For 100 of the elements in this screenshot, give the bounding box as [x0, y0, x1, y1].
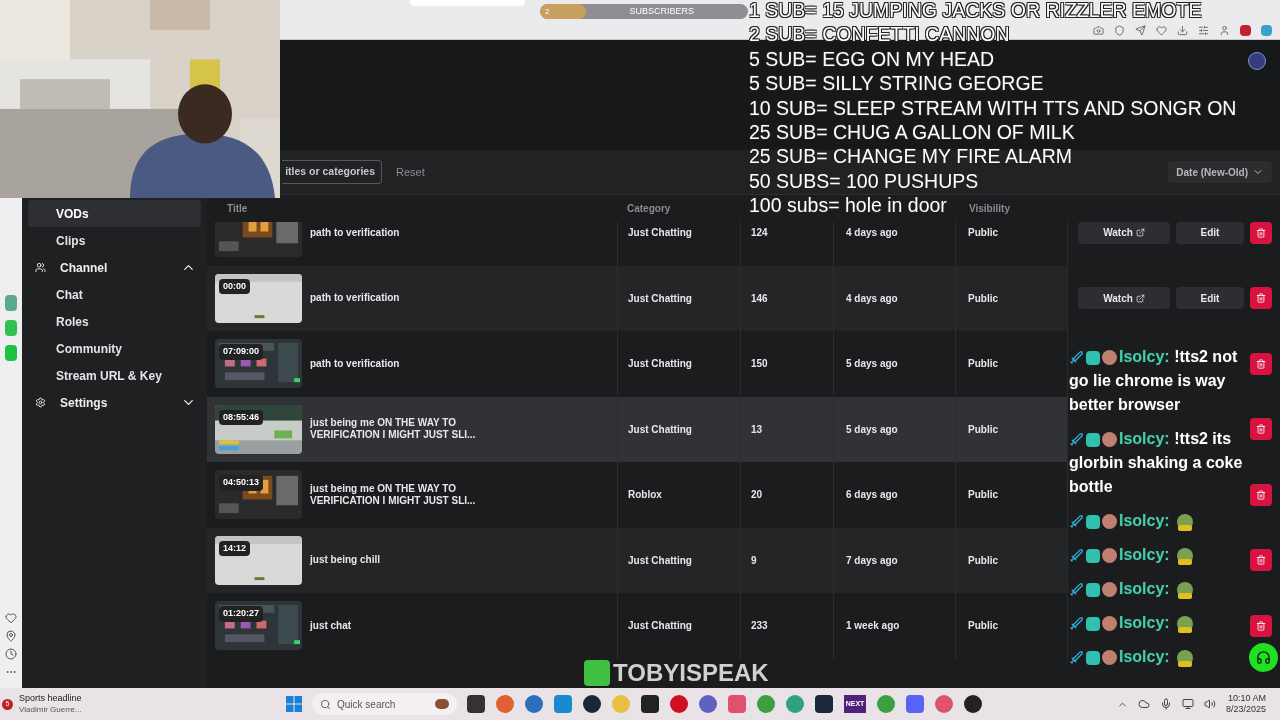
views-count: 20: [751, 488, 763, 503]
chat-message: Isolcy:: [1069, 577, 1197, 601]
search-field[interactable]: itles or categories: [282, 160, 382, 184]
sidebar-section[interactable]: Settings: [28, 389, 201, 416]
badge-icon: [1086, 350, 1100, 365]
sword-icon: [1069, 432, 1084, 448]
cloud-icon[interactable]: [1137, 698, 1150, 710]
sub-goal-text: 2 SUB= CONFETTI CANNON: [749, 22, 1010, 47]
avatar-icon[interactable]: [1248, 52, 1266, 70]
delete-button[interactable]: [1250, 222, 1272, 244]
sidebar-item[interactable]: Stream URL & Key: [28, 362, 201, 389]
delete-button[interactable]: [1250, 549, 1272, 572]
avatar-icon: [1102, 514, 1117, 530]
speaker-icon[interactable]: [1203, 698, 1216, 710]
news-title: Sports headline: [19, 693, 82, 704]
chat-message: Isolcy:: [1069, 543, 1197, 567]
views-count: 9: [751, 553, 757, 568]
date-text: 5 days ago: [846, 357, 898, 372]
send-icon[interactable]: [1135, 25, 1146, 36]
edit-button[interactable]: Edit: [1176, 287, 1244, 310]
visibility-text: Public: [968, 357, 998, 372]
taskbar-search-field[interactable]: Quick search: [312, 693, 457, 715]
column-header[interactable]: Visibility: [955, 201, 1067, 216]
category-text: Just Chatting: [628, 422, 692, 437]
visibility-text: Public: [968, 291, 998, 306]
delete-button[interactable]: [1250, 418, 1272, 441]
sword-icon: [1069, 514, 1084, 530]
video-title: just being me ON THE WAY TO VERIFICATION I MIGHT JUST SLI...: [310, 417, 477, 442]
watch-button[interactable]: Watch: [1078, 287, 1170, 310]
views-count: 13: [751, 422, 763, 437]
column-header[interactable]: Title: [207, 201, 617, 216]
views-count: 150: [751, 357, 768, 372]
sidebar-section[interactable]: Channel: [28, 254, 201, 281]
watch-button[interactable]: Watch: [1078, 222, 1170, 244]
headset-icon: [1256, 650, 1271, 665]
avatar-icon: [1102, 432, 1117, 448]
start-icon[interactable]: [286, 696, 302, 712]
clock-date[interactable]: 8/23/2025: [1225, 704, 1266, 715]
external-link-icon: [1135, 228, 1145, 238]
trash-icon: [1256, 489, 1266, 500]
badge-icon: [1086, 650, 1100, 665]
category-text: Just Chatting: [628, 291, 692, 306]
subscriber-label: SUBSCRIBERS: [629, 4, 694, 18]
trash-icon: [1256, 293, 1266, 304]
profile-icon[interactable]: [1219, 25, 1230, 36]
table-row[interactable]: 00:00 path to verification Just Chatting 146 4 days ago Public: [207, 265, 1067, 331]
visibility-text: Public: [968, 619, 998, 634]
app-icon[interactable]: [467, 695, 485, 713]
table-row[interactable]: 08:55:46 just being me ON THE WAY TO VERIFICATION I MIGHT JUST SLI... Just Chatting 13 5 days ago Public: [207, 396, 1067, 462]
sub-goal-text: 10 SUB= SLEEP STREAM WITH TTS AND SONGR ON: [749, 95, 1237, 121]
table-row[interactable]: 14:12 just being chill Just Chatting 9 7 days ago Public: [207, 527, 1067, 593]
trash-icon: [1256, 424, 1266, 435]
delete-button[interactable]: [1250, 483, 1272, 506]
extension-icon[interactable]: [1261, 25, 1272, 36]
reset-button[interactable]: Reset: [396, 163, 425, 181]
video-title: path to verification: [310, 357, 401, 370]
delete-button[interactable]: [1250, 352, 1272, 375]
sort-dropdown[interactable]: Date (New-Old): [1168, 161, 1272, 183]
pin-icon[interactable]: [5, 630, 17, 642]
settings-icon: [35, 397, 46, 408]
heart-icon[interactable]: [1156, 25, 1167, 36]
sword-icon: [1069, 650, 1084, 666]
sidebar-item[interactable]: Clips: [28, 227, 201, 254]
mic-icon[interactable]: [1159, 698, 1172, 710]
sword-icon: [1069, 548, 1084, 564]
trash-icon: [1256, 358, 1266, 369]
shield-icon[interactable]: [1114, 25, 1125, 36]
avatar-icon: [1102, 582, 1117, 598]
column-header[interactable]: Category: [617, 201, 740, 216]
category-text: Roblox: [628, 488, 662, 503]
sidebar-item[interactable]: Community: [28, 335, 201, 362]
sub-goal-text: 5 SUB= EGG ON MY HEAD: [749, 46, 995, 72]
app-icon[interactable]: [815, 695, 833, 713]
sliders-icon[interactable]: [1198, 25, 1209, 36]
sidebar-item[interactable]: VODs: [28, 200, 201, 227]
sidebar-item[interactable]: Chat: [28, 281, 201, 308]
heart-icon[interactable]: [5, 612, 17, 624]
delete-button[interactable]: [1250, 614, 1272, 637]
category-text: Just Chatting: [628, 357, 692, 372]
delete-button[interactable]: [1250, 287, 1272, 310]
sub-goal-text: 50 SUBS= 100 PUSHUPS: [749, 168, 979, 194]
extension-icon[interactable]: [1240, 25, 1251, 36]
trash-icon: [1256, 620, 1266, 631]
clock-time[interactable]: 10:10 AM: [1227, 693, 1266, 704]
support-button[interactable]: [1249, 643, 1278, 672]
visibility-text: Public: [968, 488, 998, 503]
app-icon[interactable]: [583, 695, 601, 713]
app-icon[interactable]: [964, 695, 982, 713]
visibility-text: Public: [968, 422, 998, 437]
edit-button[interactable]: Edit: [1176, 222, 1244, 244]
app-icon[interactable]: [641, 695, 659, 713]
monitor-icon[interactable]: [1181, 698, 1194, 710]
chat-message: Isolcy: !tts2 not go lie chrome is way better browser: [1069, 347, 1239, 415]
camera-icon[interactable]: [1093, 25, 1104, 36]
sidebar-item[interactable]: Roles: [28, 308, 201, 335]
video-title: just being me ON THE WAY TO VERIFICATION I MIGHT JUST SLI...: [310, 482, 477, 507]
video-title: just chat: [310, 619, 353, 632]
download-icon[interactable]: [1177, 25, 1188, 36]
clock-icon[interactable]: [5, 648, 17, 660]
badge-icon: [1086, 582, 1100, 597]
